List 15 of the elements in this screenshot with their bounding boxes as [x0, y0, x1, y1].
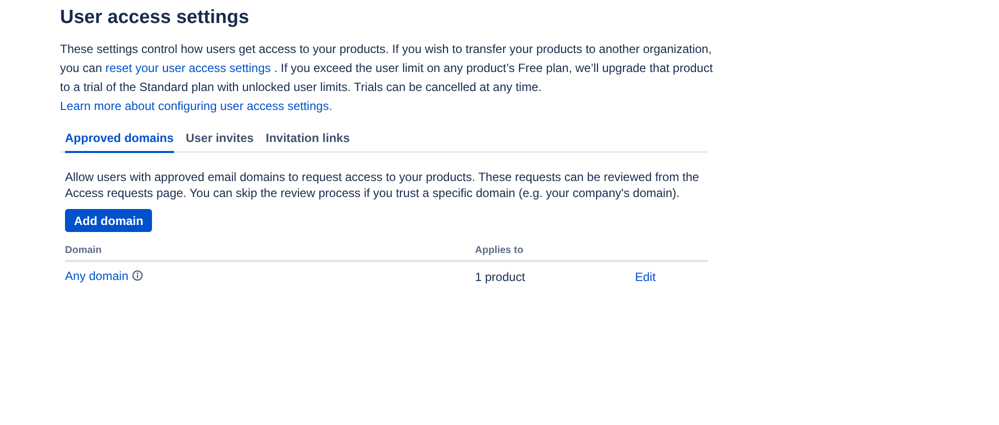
intro-paragraph: These settings control how users get access to your products. If you wish to transfer your products to another organization, you can reset your user access settings . If you exceed the user limit on any product’s Free plan, we’ll upgrade that product to a trial of the Standard plan with unlocked user limits. Trials can be cancelled at any time. Learn more about configuring user access settings.	[60, 41, 714, 115]
column-header: Applies to	[475, 244, 524, 256]
edit-link[interactable]: Edit	[635, 270, 656, 284]
info-icon[interactable]	[132, 270, 144, 281]
description-text: Allow users with approved email domains to request access to your products. These requests can be reviewed from the Access requests page. You can skip the review process if you trust a specific domain (e.g. your company's domain).	[65, 169, 700, 201]
table-cell: 1 product	[475, 270, 526, 284]
tab[interactable]: User invites	[186, 129, 254, 153]
link[interactable]: reset your user access settings	[105, 61, 271, 75]
domain-link[interactable]: Any domain	[65, 266, 128, 284]
tab[interactable]: Approved domains	[65, 129, 174, 153]
page-title: User access settings	[60, 6, 250, 30]
column-header: Domain	[65, 244, 102, 256]
add-domain-button[interactable]: Add domain	[65, 209, 152, 232]
link[interactable]: Learn more about configuring user access settings.	[60, 99, 332, 113]
tab[interactable]: Invitation links	[266, 129, 350, 153]
